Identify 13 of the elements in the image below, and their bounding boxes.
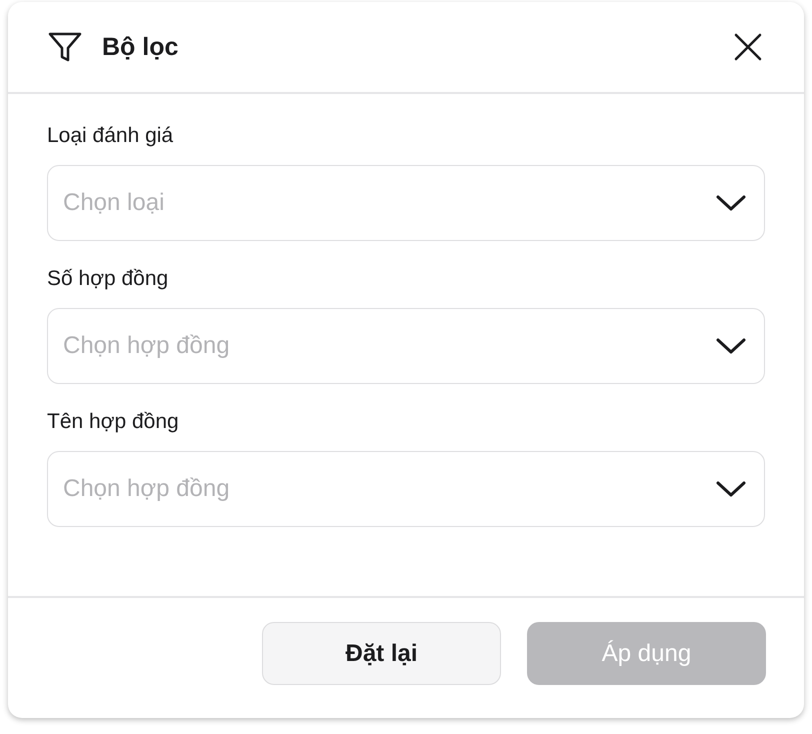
select-field[interactable]: Chọn hợp đồng [47,308,765,384]
close-icon[interactable] [734,33,762,61]
field-label: Tên hợp đồng [47,410,180,434]
chevron-down-icon [716,194,746,212]
field-label: Loại đánh giá [47,124,174,148]
dialog-title: Bộ lọc [102,32,180,62]
filter-icon [48,32,82,62]
select-field[interactable]: Chọn loại [47,165,765,241]
chevron-down-icon [716,337,746,355]
select-field[interactable]: Chọn hợp đồng [47,451,765,527]
chevron-down-icon [716,480,746,498]
field-label: Số hợp đồng [47,267,170,291]
reset-button[interactable]: Đặt lại [262,622,501,685]
